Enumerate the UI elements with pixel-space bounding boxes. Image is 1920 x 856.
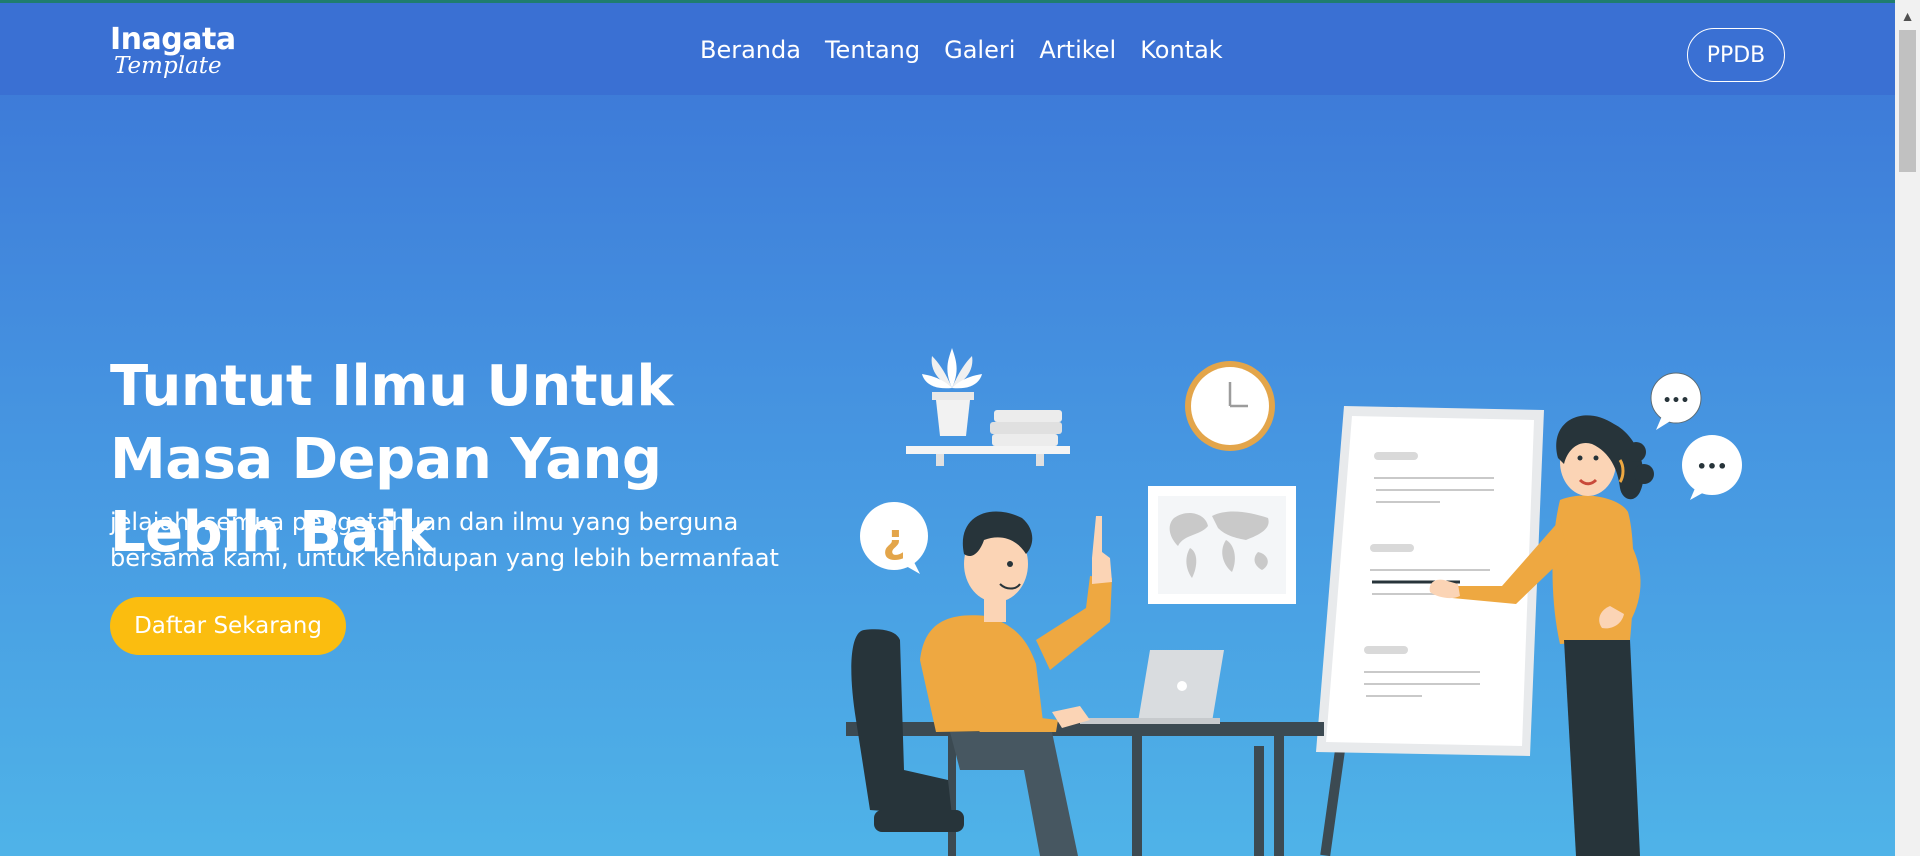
plant-icon	[922, 348, 982, 436]
world-map-icon	[1148, 486, 1296, 604]
chevron-up-icon[interactable]: ▲	[1895, 6, 1920, 26]
svg-text:•••: •••	[1697, 457, 1728, 476]
navbar: Inagata Template Beranda Tentang Galeri …	[0, 3, 1895, 95]
ppdb-button[interactable]: PPDB	[1687, 28, 1785, 82]
brand-tagline: Template	[114, 53, 222, 79]
clock-icon	[1185, 361, 1275, 451]
speech-bubble-icon: ••• •••	[1650, 372, 1742, 500]
nav-galeri[interactable]: Galeri	[944, 36, 1015, 64]
books-icon	[990, 410, 1062, 446]
main-nav: Beranda Tentang Galeri Artikel Kontak	[700, 36, 1223, 64]
scrollbar-thumb[interactable]	[1899, 30, 1916, 172]
brand-logo[interactable]: Inagata Template	[110, 25, 236, 78]
nav-kontak[interactable]: Kontak	[1140, 36, 1222, 64]
brand-name: Inagata	[110, 22, 236, 57]
nav-beranda[interactable]: Beranda	[700, 36, 801, 64]
hero-subtitle: jelajahi semua pengetahuan dan ilmu yang…	[110, 508, 779, 572]
whiteboard-icon	[1254, 406, 1544, 856]
register-now-button[interactable]: Daftar Sekarang	[110, 597, 346, 655]
svg-text:¿: ¿	[882, 516, 905, 562]
question-bubble-icon: ¿	[860, 502, 928, 574]
nav-artikel[interactable]: Artikel	[1039, 36, 1116, 64]
laptop-icon	[1080, 650, 1224, 724]
svg-text:•••: •••	[1663, 393, 1690, 409]
nav-tentang[interactable]: Tentang	[825, 36, 920, 64]
page-scrollbar[interactable]: ▲	[1895, 0, 1920, 856]
hero-illustration: ¿ ••• •••	[846, 348, 1742, 856]
